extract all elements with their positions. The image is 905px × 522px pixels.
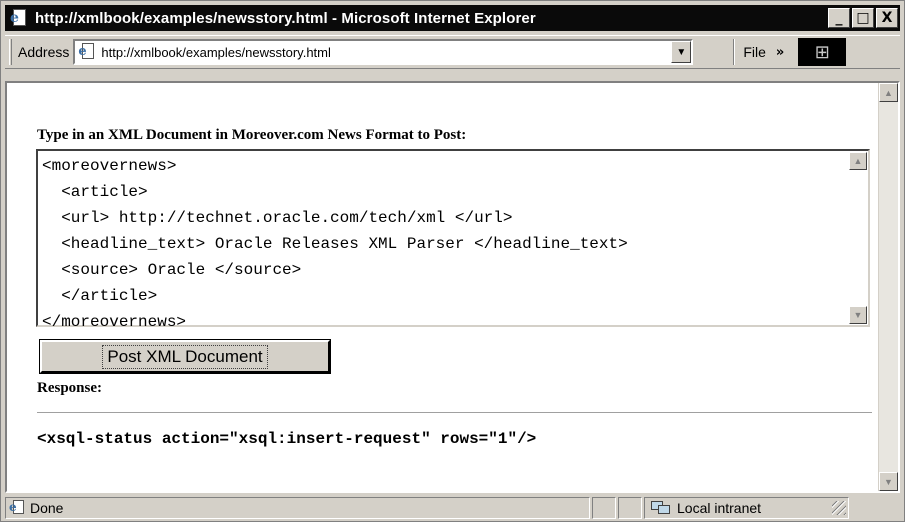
scroll-up-arrow-icon[interactable]: ▲ — [879, 83, 898, 102]
window-controls: _ □ X — [828, 8, 898, 28]
scroll-down-arrow-icon[interactable]: ▼ — [879, 472, 898, 491]
textarea-scroll-up-arrow-icon[interactable]: ▲ — [849, 152, 867, 170]
status-cell — [618, 497, 642, 519]
ie-page-icon: e — [9, 500, 25, 516]
page-scrollbar[interactable]: ▲ ▼ — [878, 83, 898, 491]
maximize-button[interactable]: □ — [852, 8, 874, 28]
more-menu-chevron-icon[interactable]: » — [776, 45, 784, 60]
status-pane: e Done — [5, 497, 590, 519]
status-bar: e Done Local intranet — [5, 497, 900, 519]
textarea-scroll-down-arrow-icon[interactable]: ▼ — [849, 306, 867, 324]
status-text: Done — [30, 500, 64, 516]
menu-file[interactable]: File — [743, 44, 766, 60]
local-intranet-icon — [651, 500, 671, 516]
toolbar-grip[interactable] — [9, 39, 12, 65]
post-xml-document-button[interactable]: Post XML Document — [39, 339, 331, 374]
title-bar: e http://xmlbook/examples/newsstory.html… — [5, 5, 900, 31]
xml-document-textarea[interactable]: <moreovernews> <article> <url> http://te… — [36, 149, 870, 331]
security-zone[interactable]: Local intranet — [644, 497, 849, 519]
windows-logo-throbber-icon: ⊞ — [798, 38, 847, 66]
close-button[interactable]: X — [876, 8, 898, 28]
status-cell — [592, 497, 616, 519]
post-prompt-label: Type in an XML Document in Moreover.com … — [37, 127, 467, 143]
address-url[interactable]: http://xmlbook/examples/newsstory.html — [101, 45, 691, 60]
address-input[interactable]: e http://xmlbook/examples/newsstory.html… — [73, 39, 694, 65]
address-bar: Address e http://xmlbook/examples/newsst… — [5, 35, 900, 69]
minimize-button[interactable]: _ — [828, 8, 850, 28]
response-text: <xsql-status action="xsql:insert-request… — [37, 430, 537, 448]
resize-grip-icon[interactable] — [832, 501, 846, 515]
window-title: http://xmlbook/examples/newsstory.html -… — [35, 9, 536, 27]
toolbar-separator — [733, 39, 736, 65]
xml-document-text[interactable]: <moreovernews> <article> <url> http://te… — [42, 153, 628, 335]
post-button-label: Post XML Document — [102, 344, 268, 369]
page-content: ▲ ▼ Type in an XML Document in Moreover.… — [5, 81, 900, 493]
zone-label: Local intranet — [677, 500, 762, 516]
browser-window: e http://xmlbook/examples/newsstory.html… — [0, 0, 905, 522]
address-label: Address — [18, 44, 70, 60]
ie-page-icon: e — [9, 8, 29, 28]
textarea-scrollbar[interactable]: ▲ ▼ — [848, 151, 868, 325]
response-label: Response: — [37, 380, 103, 396]
ie-page-icon: e — [78, 43, 96, 61]
address-dropdown-button[interactable]: ▼ — [671, 41, 692, 63]
response-divider — [37, 412, 872, 414]
